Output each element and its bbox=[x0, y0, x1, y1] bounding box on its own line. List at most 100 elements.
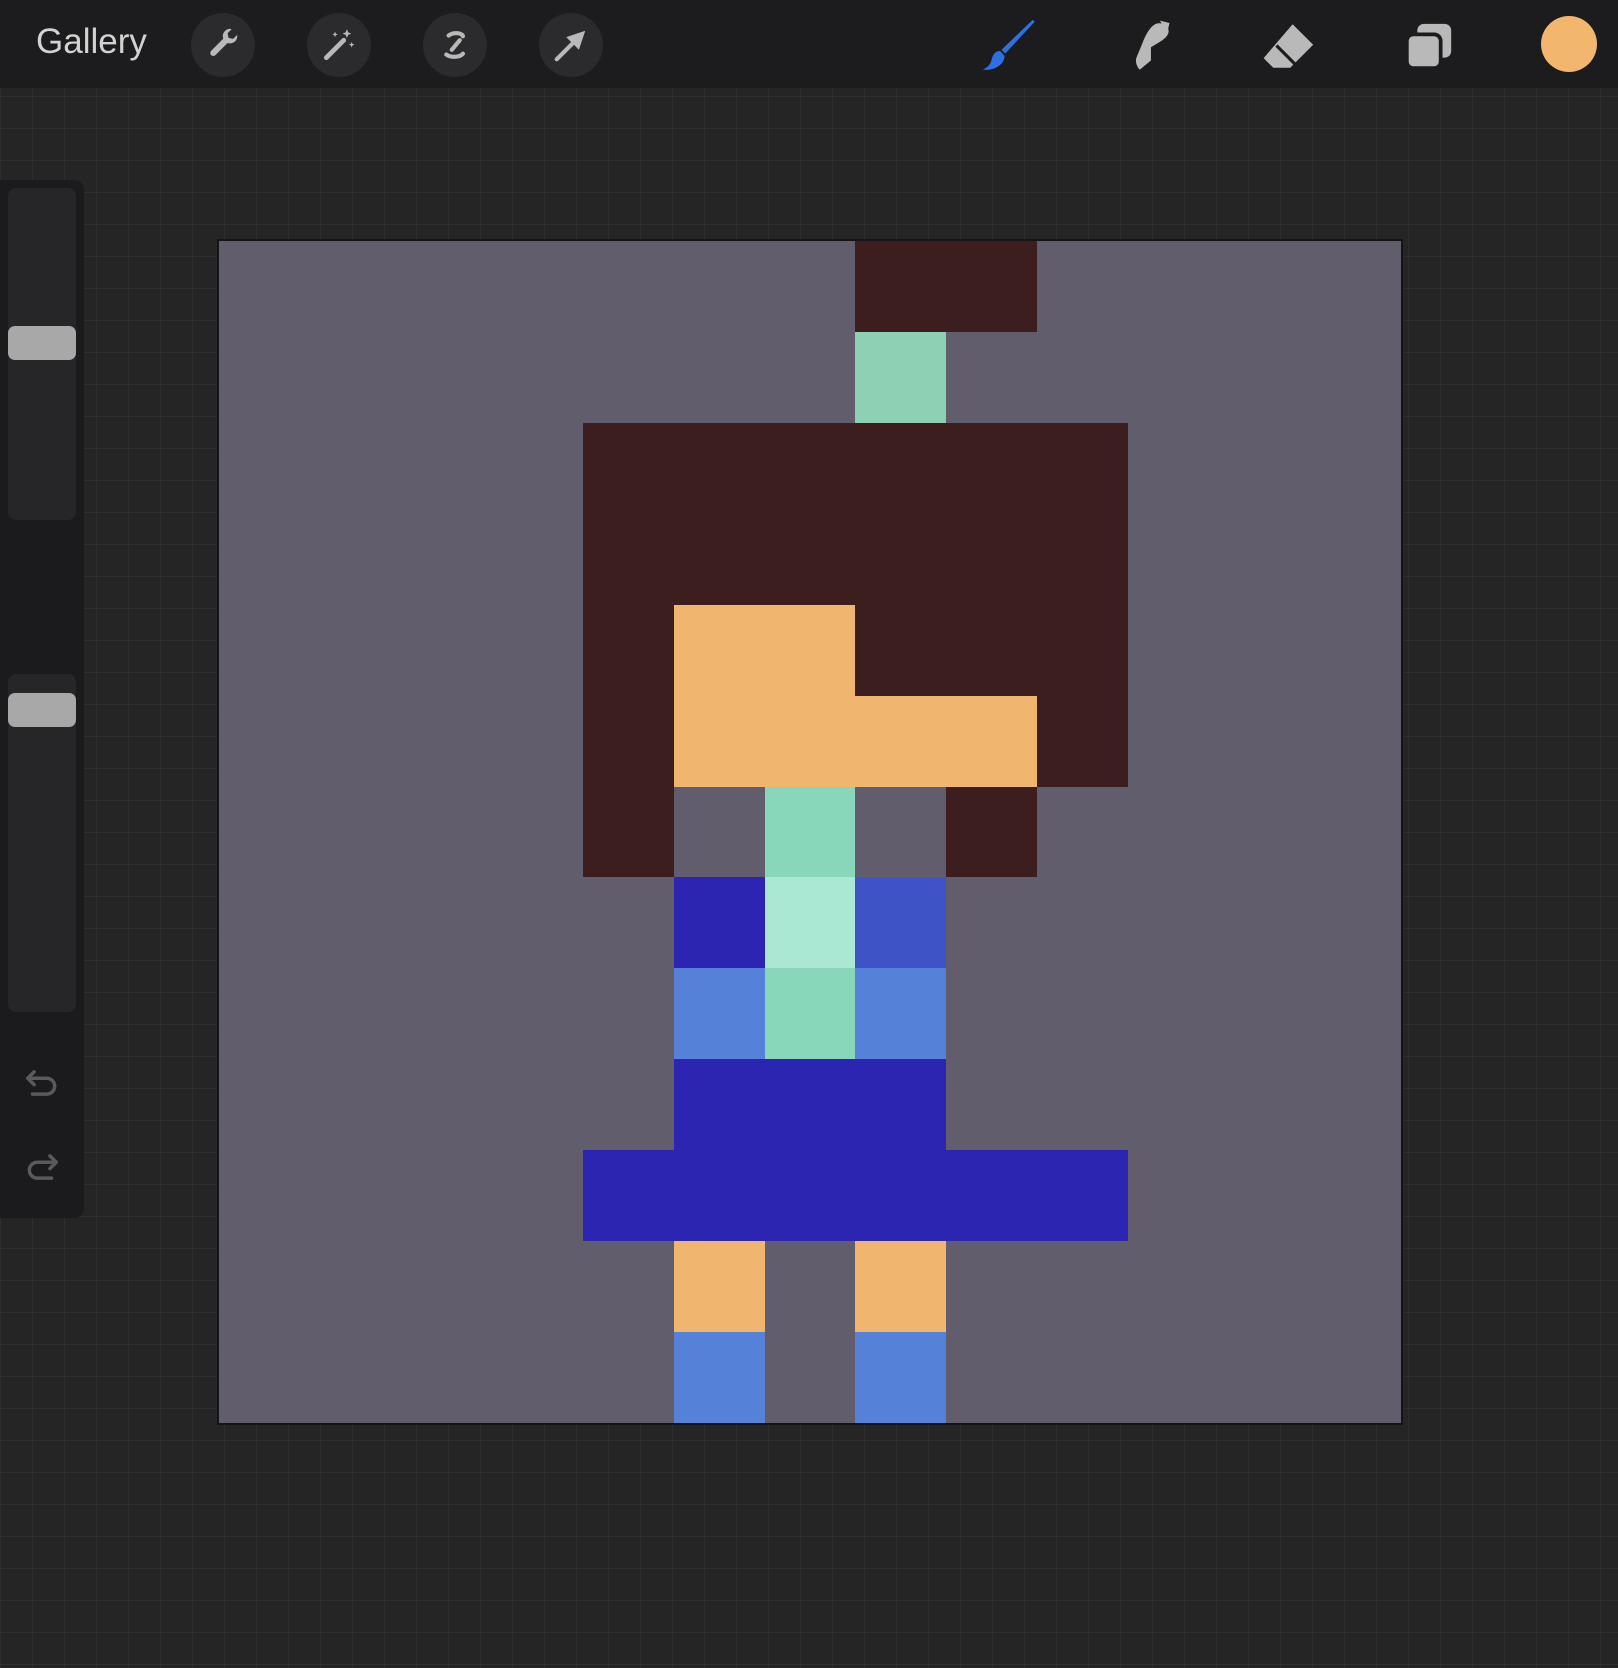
canvas-background-pixel bbox=[1128, 605, 1219, 696]
pixel bbox=[765, 968, 855, 1059]
canvas-background-pixel bbox=[1219, 1332, 1310, 1423]
canvas-background-pixel bbox=[674, 241, 765, 332]
canvas-background-pixel bbox=[674, 787, 765, 877]
top-toolbar: Gallery bbox=[0, 0, 1618, 88]
canvas-background-pixel bbox=[401, 787, 492, 877]
actions-button[interactable] bbox=[191, 13, 255, 77]
pixel bbox=[674, 696, 765, 787]
pixel bbox=[1037, 696, 1128, 787]
gallery-button[interactable]: Gallery bbox=[36, 22, 147, 62]
canvas-background-pixel bbox=[1310, 423, 1401, 514]
canvas-background-pixel bbox=[310, 877, 401, 968]
canvas-background-pixel bbox=[401, 332, 492, 423]
pixel bbox=[674, 1150, 765, 1241]
magic-wand-icon bbox=[323, 29, 355, 61]
canvas-background-pixel bbox=[219, 968, 310, 1059]
canvas-background-pixel bbox=[1219, 1150, 1310, 1241]
canvas-background-pixel bbox=[583, 1332, 674, 1423]
canvas-background-pixel bbox=[310, 1150, 401, 1241]
drawing-canvas[interactable] bbox=[219, 241, 1401, 1423]
canvas-background-pixel bbox=[492, 1332, 583, 1423]
canvas-background-pixel bbox=[401, 514, 492, 605]
pixel bbox=[765, 514, 855, 605]
canvas-background-pixel bbox=[1128, 787, 1219, 877]
pixel bbox=[1037, 423, 1128, 514]
canvas-background-pixel bbox=[1037, 968, 1128, 1059]
canvas-background-pixel bbox=[1037, 1059, 1128, 1150]
selection-button[interactable] bbox=[423, 13, 487, 77]
canvas-background-pixel bbox=[1310, 1241, 1401, 1332]
pixel bbox=[946, 787, 1037, 877]
transform-button[interactable] bbox=[539, 13, 603, 77]
undo-button[interactable] bbox=[22, 1063, 62, 1103]
smudge-tool-button[interactable] bbox=[1117, 14, 1181, 78]
adjustments-button[interactable] bbox=[307, 13, 371, 77]
canvas-background-pixel bbox=[401, 423, 492, 514]
pixel bbox=[765, 423, 855, 514]
canvas-background-pixel bbox=[765, 241, 855, 332]
pixel bbox=[855, 877, 946, 968]
canvas-background-pixel bbox=[1037, 787, 1128, 877]
canvas-background-pixel bbox=[674, 332, 765, 423]
pixel bbox=[1037, 1150, 1128, 1241]
layers-button[interactable] bbox=[1397, 14, 1461, 78]
pixel bbox=[765, 605, 855, 696]
canvas-background-pixel bbox=[310, 696, 401, 787]
canvas-background-pixel bbox=[492, 1241, 583, 1332]
color-swatch-button[interactable] bbox=[1541, 16, 1597, 72]
canvas-background-pixel bbox=[1219, 968, 1310, 1059]
eraser-tool-button[interactable] bbox=[1257, 14, 1321, 78]
pixel bbox=[583, 423, 674, 514]
canvas-background-pixel bbox=[583, 877, 674, 968]
pixel-art bbox=[219, 241, 1401, 1423]
canvas-background-pixel bbox=[401, 605, 492, 696]
smudge-icon bbox=[1135, 20, 1170, 70]
canvas-background-pixel bbox=[310, 241, 401, 332]
redo-button[interactable] bbox=[22, 1147, 62, 1187]
canvas-background-pixel bbox=[492, 696, 583, 787]
pixel bbox=[855, 968, 946, 1059]
canvas-background-pixel bbox=[1219, 1059, 1310, 1150]
pixel bbox=[583, 787, 674, 877]
canvas-background-pixel bbox=[310, 968, 401, 1059]
brush-size-slider-thumb[interactable] bbox=[8, 326, 76, 360]
pixel bbox=[583, 514, 674, 605]
canvas-background-pixel bbox=[946, 1241, 1037, 1332]
canvas-background-pixel bbox=[1310, 514, 1401, 605]
canvas-background-pixel bbox=[1128, 1150, 1219, 1241]
opacity-slider-thumb[interactable] bbox=[8, 693, 76, 727]
redo-arrow-icon bbox=[27, 1154, 58, 1180]
canvas-background-pixel bbox=[1128, 241, 1219, 332]
transform-arrow-icon bbox=[554, 30, 586, 62]
canvas-background-pixel bbox=[310, 787, 401, 877]
canvas-background-pixel bbox=[946, 332, 1037, 423]
pixel bbox=[765, 1059, 855, 1150]
canvas-background-pixel bbox=[1128, 1059, 1219, 1150]
canvas-background-pixel bbox=[946, 1059, 1037, 1150]
canvas-background-pixel bbox=[219, 423, 310, 514]
canvas-background-pixel bbox=[310, 1332, 401, 1423]
brush-tool-button[interactable] bbox=[977, 14, 1041, 78]
canvas-background-pixel bbox=[1128, 423, 1219, 514]
canvas-background-pixel bbox=[1037, 332, 1128, 423]
canvas-background-pixel bbox=[219, 1150, 310, 1241]
pixel bbox=[855, 1059, 946, 1150]
canvas-background-pixel bbox=[219, 787, 310, 877]
pixel bbox=[583, 605, 674, 696]
sidebar bbox=[0, 180, 84, 1218]
selection-icon bbox=[444, 31, 465, 59]
canvas-background-pixel bbox=[1037, 1241, 1128, 1332]
wrench-icon bbox=[210, 28, 238, 57]
pixel bbox=[855, 332, 946, 423]
canvas-background-pixel bbox=[310, 332, 401, 423]
pixel bbox=[583, 1150, 674, 1241]
pixel bbox=[855, 1150, 946, 1241]
canvas-background-pixel bbox=[1219, 877, 1310, 968]
pixel bbox=[765, 787, 855, 877]
pixel bbox=[674, 605, 765, 696]
pixel bbox=[946, 696, 1037, 787]
canvas-background-pixel bbox=[1219, 696, 1310, 787]
canvas-background-pixel bbox=[401, 877, 492, 968]
brush-icon bbox=[982, 19, 1035, 70]
pixel bbox=[855, 423, 946, 514]
